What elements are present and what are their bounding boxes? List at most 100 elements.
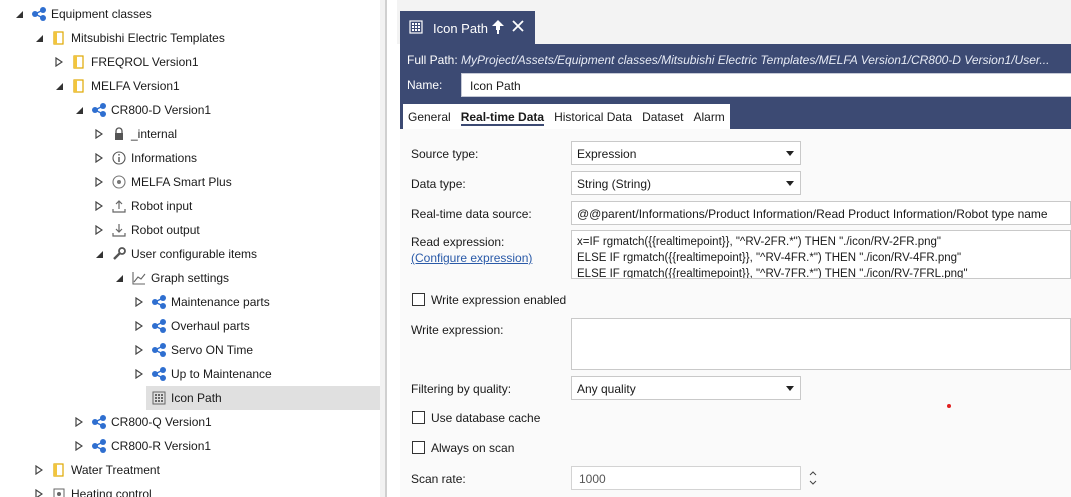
- tab-historical-data[interactable]: Historical Data: [549, 104, 637, 129]
- filtering-label: Filtering by quality:: [411, 382, 512, 396]
- tree-node-label: Informations: [131, 151, 198, 165]
- collapse-arrow-icon[interactable]: [74, 105, 84, 115]
- read-expression-line: ELSE IF rgmatch({{realtimepoint}}, "^RV-…: [577, 252, 962, 264]
- pane-splitter[interactable]: [385, 0, 387, 497]
- read-expression-line: ELSE IF rgmatch({{realtimepoint}}, "^RV-…: [577, 268, 968, 279]
- tab-alarm[interactable]: Alarm: [688, 104, 729, 129]
- expand-arrow-icon[interactable]: [94, 177, 104, 187]
- collapse-arrow-icon[interactable]: [34, 33, 44, 43]
- collapse-arrow-icon[interactable]: [14, 9, 24, 19]
- read-expression-textarea[interactable]: x=IF rgmatch({{realtimepoint}}, "^RV-2FR…: [571, 230, 1071, 279]
- tab-general[interactable]: General: [403, 104, 456, 129]
- realtime-source-input[interactable]: @@parent/Informations/Product Informatio…: [571, 201, 1071, 225]
- tree-node[interactable]: Servo ON Time: [0, 338, 378, 362]
- tree-node[interactable]: _internal: [0, 122, 378, 146]
- expand-arrow-icon[interactable]: [34, 465, 44, 475]
- full-path-label: Full Path:: [407, 53, 458, 67]
- tree-node[interactable]: Robot input: [0, 194, 378, 218]
- tree-node[interactable]: Informations: [0, 146, 378, 170]
- tree-node[interactable]: User configurable items: [0, 242, 378, 266]
- tree-node[interactable]: Graph settings: [0, 266, 378, 290]
- filtering-select[interactable]: Any quality: [571, 376, 801, 400]
- class-group-icon: [31, 6, 47, 22]
- tree-node-label: Servo ON Time: [171, 343, 254, 357]
- expand-arrow-icon[interactable]: [74, 441, 84, 451]
- line-chart-icon: [131, 270, 147, 286]
- tree-node[interactable]: Overhaul parts: [0, 314, 378, 338]
- folder-icon: [71, 54, 87, 70]
- class-group-icon: [151, 366, 167, 382]
- always-scan-checkbox[interactable]: [412, 441, 425, 454]
- upload-icon: [111, 198, 127, 214]
- collapse-arrow-icon[interactable]: [114, 273, 124, 283]
- tree-node[interactable]: FREQROL Version1: [0, 50, 378, 74]
- tree-node-label: Maintenance parts: [171, 295, 270, 309]
- tree-node[interactable]: Water Treatment: [0, 458, 378, 482]
- scan-rate-input[interactable]: 1000: [571, 466, 801, 490]
- expand-arrow-icon[interactable]: [94, 201, 104, 211]
- always-scan-label: Always on scan: [431, 441, 515, 455]
- tree-node-label: Water Treatment: [71, 463, 160, 477]
- tree-node-label: User configurable items: [131, 247, 258, 261]
- tree-node[interactable]: Mitsubishi Electric Templates: [0, 26, 378, 50]
- tree-node[interactable]: CR800-D Version1: [0, 98, 378, 122]
- expand-arrow-icon[interactable]: [34, 489, 44, 497]
- tree-node[interactable]: Robot output: [0, 218, 378, 242]
- expand-arrow-icon[interactable]: [134, 345, 144, 355]
- expand-arrow-icon[interactable]: [74, 417, 84, 427]
- expand-arrow-icon[interactable]: [94, 129, 104, 139]
- close-icon[interactable]: [512, 20, 524, 35]
- tag-icon: [151, 390, 167, 406]
- expand-arrow-icon[interactable]: [134, 369, 144, 379]
- property-tabs: General Real-time Data Historical Data D…: [403, 104, 730, 129]
- tab-dataset[interactable]: Dataset: [637, 104, 688, 129]
- tree-node[interactable]: MELFA Version1: [0, 74, 378, 98]
- collapse-arrow-icon[interactable]: [94, 249, 104, 259]
- tree-node-label: FREQROL Version1: [91, 55, 199, 69]
- expand-arrow-icon[interactable]: [134, 297, 144, 307]
- doc-tab-title: Icon Path: [433, 21, 488, 36]
- tree-node[interactable]: Up to Maintenance: [0, 362, 378, 386]
- class-group-icon: [151, 294, 167, 310]
- expand-arrow-icon[interactable]: [94, 225, 104, 235]
- tree-node[interactable]: Icon Path: [0, 386, 385, 410]
- tree-node[interactable]: CR800-R Version1: [0, 434, 378, 458]
- write-expression-textarea[interactable]: [571, 318, 1071, 370]
- folder-icon: [51, 30, 67, 46]
- class-group-icon: [91, 102, 107, 118]
- lock-icon: [111, 126, 127, 142]
- data-type-select[interactable]: String (String): [571, 171, 801, 195]
- pin-icon[interactable]: [491, 19, 505, 38]
- full-path-value: MyProject/Assets/Equipment classes/Mitsu…: [461, 53, 1050, 67]
- db-cache-checkbox[interactable]: [412, 411, 425, 424]
- class-group-icon: [151, 342, 167, 358]
- tree-node-label: CR800-R Version1: [111, 439, 212, 453]
- read-expression-line: x=IF rgmatch({{realtimepoint}}, "^RV-2FR…: [577, 236, 941, 248]
- expand-arrow-icon[interactable]: [54, 57, 64, 67]
- name-input[interactable]: Icon Path: [461, 73, 1071, 97]
- collapse-arrow-icon[interactable]: [54, 81, 64, 91]
- tree-node[interactable]: Heating control: [0, 482, 378, 497]
- document-tabstrip: Icon Path: [397, 0, 1071, 44]
- doc-tab-icon-path[interactable]: Icon Path: [400, 11, 535, 44]
- expand-arrow-icon[interactable]: [134, 321, 144, 331]
- source-type-select[interactable]: Expression: [571, 141, 801, 165]
- tree-node-label: Mitsubishi Electric Templates: [71, 31, 225, 45]
- spinner-icon[interactable]: [809, 470, 817, 486]
- expand-arrow-icon[interactable]: [94, 153, 104, 163]
- tree-node-label: MELFA Smart Plus: [131, 175, 232, 189]
- modified-indicator: [947, 404, 951, 408]
- write-enabled-checkbox[interactable]: [412, 293, 425, 306]
- read-expression-label: Read expression:: [411, 235, 505, 249]
- folder-icon: [51, 462, 67, 478]
- wrench-icon: [111, 246, 127, 262]
- configure-expression-link[interactable]: (Configure expression): [411, 251, 532, 265]
- chevron-down-icon: [786, 181, 794, 186]
- tree-node[interactable]: Equipment classes: [0, 2, 378, 26]
- tree-node[interactable]: MELFA Smart Plus: [0, 170, 378, 194]
- tree-node[interactable]: CR800-Q Version1: [0, 410, 378, 434]
- tab-real-time-data[interactable]: Real-time Data: [456, 104, 549, 129]
- tree-node-label: Up to Maintenance: [171, 367, 272, 381]
- tag-icon: [409, 20, 423, 37]
- tree-node[interactable]: Maintenance parts: [0, 290, 378, 314]
